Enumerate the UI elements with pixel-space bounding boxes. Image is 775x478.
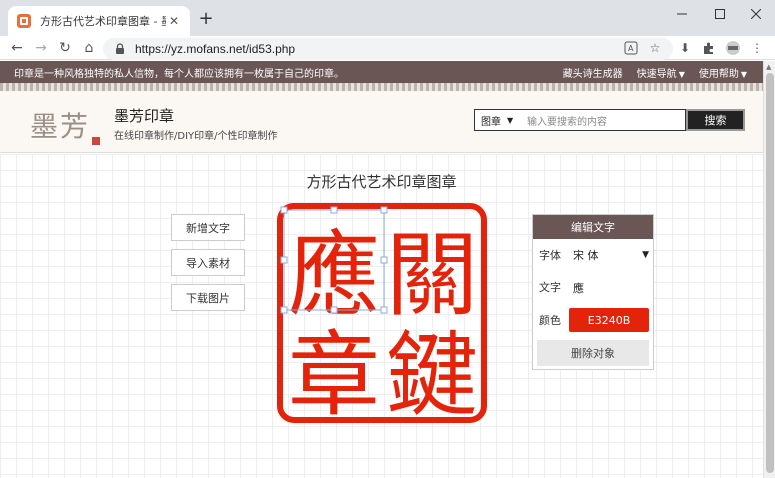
browser-tab[interactable]: 方形古代艺术印章图章 - 墨芳印章 ✕ (8, 6, 190, 36)
logo-seal-icon (92, 137, 101, 145)
search-box: 图章 ▼ 输入要搜索的内容 (474, 109, 686, 131)
chevron-down-icon: ▼ (507, 115, 514, 125)
extensions-icon[interactable] (700, 39, 718, 57)
resize-handle[interactable] (330, 306, 338, 314)
browser-tabstrip: 方形古代艺术印章图章 - 墨芳印章 ✕ + (0, 0, 775, 36)
address-bar[interactable]: https://yz.mofans.net/id53.php (103, 38, 673, 60)
seal-char-4[interactable]: 鍵 (386, 322, 478, 424)
site-favicon-icon (17, 14, 31, 28)
browser-toolbar: ← → ↻ ⌂ https://yz.mofans.net/id53.php A… (0, 36, 775, 60)
page-title: 方形古代艺术印章图章 (306, 173, 457, 191)
panel-title: 编辑文字 (533, 215, 653, 239)
close-window-icon[interactable] (737, 0, 775, 28)
resize-handle[interactable] (330, 206, 338, 214)
search-button[interactable]: 搜索 (686, 109, 745, 131)
seal-char-2[interactable]: 關 (386, 222, 478, 329)
site-top-bar: 印章是一种风格独特的私人信物，每个人都应该拥有一枚属于自己的印章。 藏头诗生成器… (0, 61, 763, 83)
color-label: 颜色 (539, 314, 561, 327)
text-label: 文字 (539, 281, 561, 294)
search-category-select[interactable]: 图章 ▼ (475, 113, 523, 128)
translate-icon[interactable]: A (622, 39, 640, 57)
minimize-icon[interactable] (663, 0, 701, 28)
tab-close-icon[interactable]: ✕ (166, 14, 182, 28)
resize-handle[interactable] (280, 206, 288, 214)
import-material-button[interactable]: 导入素材 (171, 249, 245, 276)
delete-object-button[interactable]: 删除对象 (537, 340, 649, 366)
chevron-down-icon: ▼ (740, 69, 747, 79)
forward-icon[interactable]: → (30, 37, 52, 59)
site-logo[interactable]: 墨芳 (30, 105, 101, 145)
lock-icon (116, 43, 124, 54)
resize-handle[interactable] (280, 256, 288, 264)
nav-help[interactable]: 使用帮助 ▼ (699, 65, 747, 80)
back-icon[interactable]: ← (6, 37, 28, 59)
site-intro-text: 印章是一种风格独特的私人信物，每个人都应该拥有一枚属于自己的印章。 (14, 68, 344, 80)
url-text: https://yz.mofans.net/id53.php (135, 42, 296, 56)
nav-acrostic-generator[interactable]: 藏头诗生成器 (563, 65, 623, 80)
brand-name: 墨芳印章 (114, 107, 175, 125)
resize-handle[interactable] (380, 306, 388, 314)
font-label: 字体 (539, 249, 561, 262)
add-text-button[interactable]: 新增文字 (171, 214, 245, 241)
bookmark-star-icon[interactable]: ☆ (646, 39, 664, 57)
scrollbar-thumb[interactable] (766, 73, 774, 473)
chevron-down-icon: ▼ (678, 69, 685, 79)
tagline: 在线印章制作/DIY印章/个性印章制作 (114, 131, 278, 142)
resize-handle[interactable] (380, 206, 388, 214)
text-input[interactable]: 應 (573, 280, 584, 296)
nav-quick-navigation[interactable]: 快速导航 ▼ (637, 65, 685, 80)
maximize-icon[interactable] (701, 0, 739, 28)
browser-menu-icon[interactable]: ⋮ (748, 39, 766, 57)
resize-handle[interactable] (380, 256, 388, 264)
page-scrollbar[interactable]: ▲ (763, 61, 775, 478)
edit-text-panel: 编辑文字 字体 宋 体 ▼ 文字 應 颜色 E3240B 删除对象 (532, 214, 654, 370)
download-icon[interactable]: ⬇ (676, 39, 694, 57)
scroll-up-icon[interactable]: ▲ (766, 63, 771, 71)
home-icon[interactable]: ⌂ (78, 37, 100, 59)
seal-canvas[interactable]: 應 關 章 鍵 (276, 202, 488, 424)
decorative-border (0, 83, 763, 91)
resize-handle[interactable] (280, 306, 288, 314)
reload-icon[interactable]: ↻ (54, 37, 76, 59)
color-picker-button[interactable]: E3240B (569, 308, 649, 332)
editor-workspace: 方形古代艺术印章图章 新增文字 导入素材 下载图片 應 關 章 鍵 编辑文字 字… (0, 154, 763, 478)
new-tab-icon[interactable]: + (196, 9, 216, 29)
profile-avatar-icon[interactable] (724, 39, 742, 57)
tab-title: 方形古代艺术印章图章 - 墨芳印章 (40, 15, 166, 28)
download-image-button[interactable]: 下载图片 (171, 284, 245, 311)
search-input[interactable]: 输入要搜索的内容 (523, 113, 607, 128)
chevron-down-icon: ▼ (642, 250, 649, 260)
font-select[interactable]: 宋 体 ▼ (571, 245, 649, 265)
site-header: 墨芳 墨芳印章 在线印章制作/DIY印章/个性印章制作 图章 ▼ 输入要搜索的内… (0, 91, 763, 153)
seal-char-3[interactable]: 章 (288, 322, 380, 424)
svg-text:A: A (628, 44, 634, 53)
